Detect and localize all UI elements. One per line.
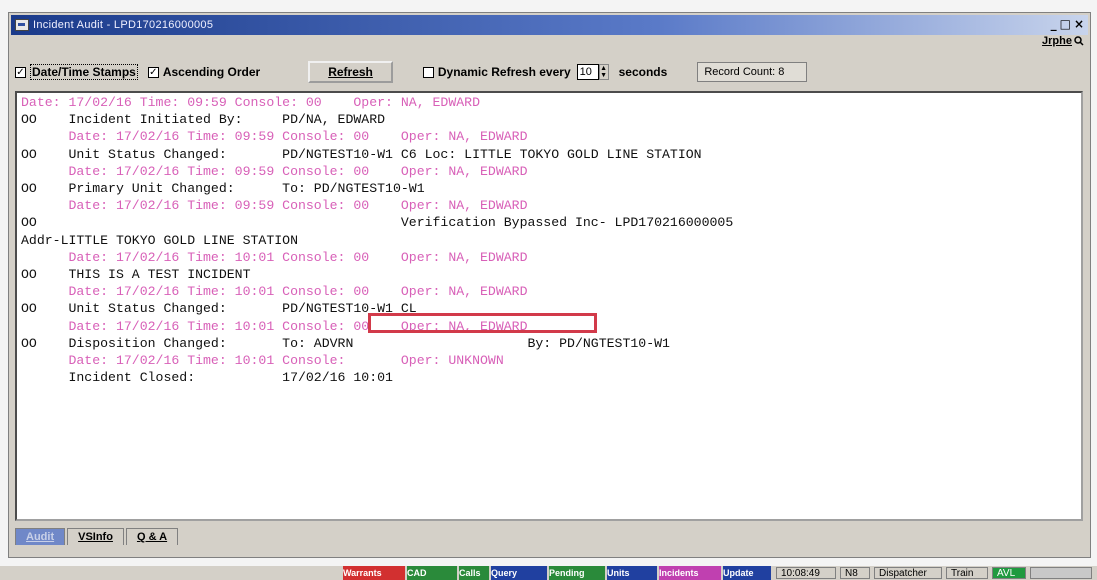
user-link[interactable]: Jrphe	[1042, 35, 1084, 47]
log-entry-line: OO THIS IS A TEST INCIDENT	[21, 267, 251, 282]
refresh-interval-input[interactable]: 10	[576, 64, 599, 80]
role-indicator: Dispatcher	[874, 567, 942, 579]
refresh-button[interactable]: Refresh	[308, 61, 393, 83]
taskbar-button-query[interactable]: Query	[491, 566, 547, 580]
log-entry-line: OO Unit Status Changed: PD/NGTEST10-W1 C…	[21, 146, 702, 162]
log-entry-line: OO Primary Unit Changed: To: PD/NGTEST10…	[21, 181, 425, 196]
avl-indicator[interactable]: AVL	[992, 567, 1026, 579]
clock: 10:08:49	[776, 567, 836, 579]
taskbar: Warrants CAD Calls Query Pending Units I…	[0, 566, 1097, 580]
log-entry-line: OO Verification Bypassed Inc- LPD1702160…	[21, 215, 734, 231]
dynamic-refresh-label[interactable]: Dynamic Refresh every	[438, 65, 571, 79]
station-id: N8	[840, 567, 870, 579]
tab-bar: Audit VSInfo Q & A	[15, 525, 180, 545]
incident-audit-window: Incident Audit - LPD170216000005 _ □ × J…	[8, 12, 1091, 558]
title-bar[interactable]: Incident Audit - LPD170216000005 _ □ ×	[11, 15, 1088, 35]
taskbar-button-incidents[interactable]: Incidents	[659, 566, 721, 580]
ascending-order-label[interactable]: Ascending Order	[163, 65, 260, 79]
tab-audit[interactable]: Audit	[15, 528, 66, 545]
mode-indicator: Train	[946, 567, 988, 579]
taskbar-button-pending[interactable]: Pending	[549, 566, 605, 580]
log-entry-line: OO Incident Initiated By: PD/NA, EDWARD	[21, 112, 386, 128]
date-time-stamps-checkbox[interactable]: ✓	[15, 66, 26, 78]
minimize-button[interactable]: _	[1051, 17, 1057, 31]
audit-log[interactable]: Date: 17/02/16 Time: 09:59 Console: 00 O…	[15, 91, 1083, 521]
log-entry-line: OO Unit Status Changed: PD/NGTEST10-W1 C…	[21, 301, 417, 317]
log-entry-line: OO Disposition Changed: To: ADVRN By: PD…	[21, 335, 670, 351]
toolbar: ✓ Date/Time Stamps ✓ Ascending Order Ref…	[15, 59, 1084, 85]
log-entry-line: Addr-LITTLE TOKYO GOLD LINE STATION	[21, 232, 298, 248]
disposition-highlight-box	[368, 313, 597, 333]
dynamic-refresh-checkbox[interactable]	[422, 66, 434, 78]
tab-vsinfo[interactable]: VSInfo	[67, 528, 124, 545]
log-timestamp-line: Date: 17/02/16 Time: 09:59 Console: 00 O…	[21, 198, 528, 214]
taskbar-button-warrants[interactable]: Warrants	[343, 566, 405, 580]
log-timestamp-line: Date: 17/02/16 Time: 10:01 Console: 00 O…	[21, 249, 528, 265]
taskbar-button-units[interactable]: Units	[607, 566, 657, 580]
window-title: Incident Audit - LPD170216000005	[33, 19, 214, 31]
tray-icon[interactable]	[1030, 567, 1092, 579]
log-timestamp-line: Date: 17/02/16 Time: 09:59 Console: 00 O…	[21, 95, 480, 110]
taskbar-button-update[interactable]: Update	[723, 566, 771, 580]
taskbar-button-calls[interactable]: Calls	[459, 566, 489, 580]
ascending-order-checkbox[interactable]: ✓	[147, 66, 159, 78]
close-button[interactable]: ×	[1074, 17, 1084, 31]
log-timestamp-line: Date: 17/02/16 Time: 10:01 Console: Oper…	[21, 353, 504, 368]
user-name: Jrphe	[1042, 35, 1072, 47]
log-timestamp-line: Date: 17/02/16 Time: 10:01 Console: 00 O…	[21, 284, 528, 300]
log-timestamp-line: Date: 17/02/16 Time: 09:59 Console: 00 O…	[21, 129, 528, 145]
app-icon	[15, 19, 29, 31]
date-time-stamps-label[interactable]: Date/Time Stamps	[30, 64, 138, 80]
log-entry-line: Incident Closed: 17/02/16 10:01	[21, 370, 393, 386]
record-count: Record Count: 8	[697, 62, 808, 82]
taskbar-button-cad[interactable]: CAD	[407, 566, 457, 580]
magnifier-icon	[1074, 36, 1084, 46]
tab-qa[interactable]: Q & A	[125, 528, 179, 545]
refresh-interval-stepper[interactable]: ▲ ▼	[598, 64, 609, 80]
seconds-label: seconds	[618, 65, 668, 79]
log-timestamp-line: Date: 17/02/16 Time: 09:59 Console: 00 O…	[21, 163, 528, 179]
maximize-button[interactable]: □	[1060, 17, 1071, 31]
window-controls: _ □ ×	[1051, 17, 1084, 31]
